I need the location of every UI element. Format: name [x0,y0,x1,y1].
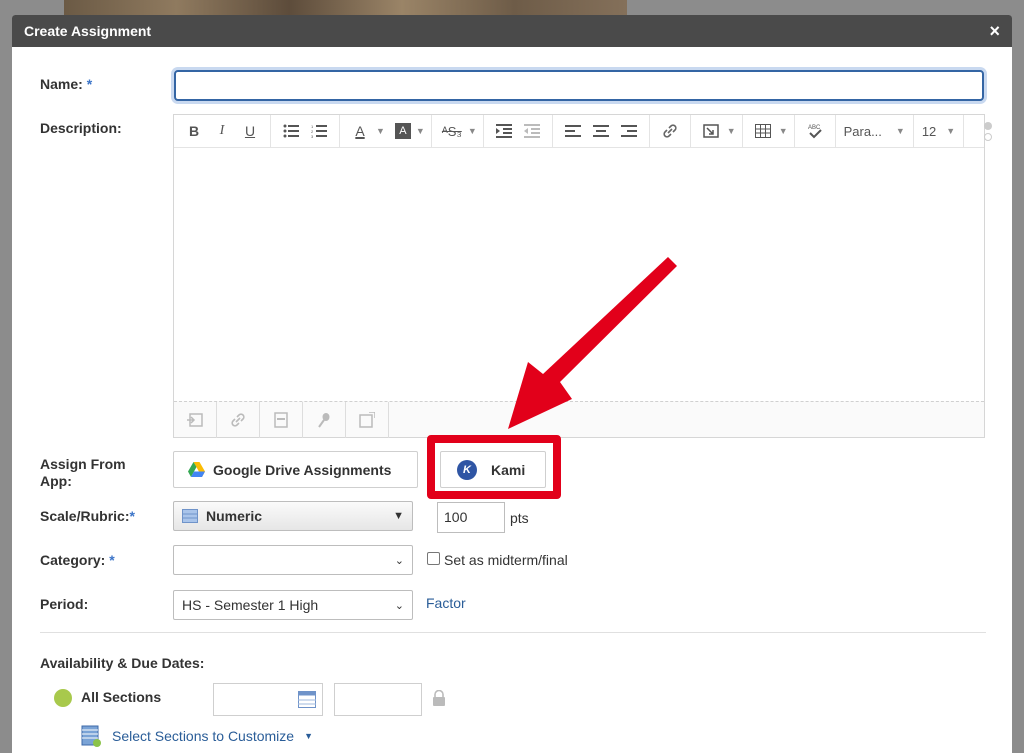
background-photo [64,0,627,16]
start-date-input[interactable] [213,683,323,716]
editor-footer [174,401,984,438]
factor-link[interactable]: Factor [426,595,466,611]
align-right-icon[interactable] [618,120,640,142]
period-select[interactable]: HS - Semester 1 High ⌄ [173,590,413,620]
chevron-down-icon[interactable]: ▼ [779,126,788,136]
align-left-icon[interactable] [562,120,584,142]
all-sections-label: All Sections [81,689,162,705]
embed-icon[interactable] [700,120,722,142]
scale-rubric-select[interactable]: Numeric ▼ [173,501,413,531]
align-center-icon[interactable] [590,120,612,142]
table-group: ▼ [743,115,795,147]
numbered-list-icon[interactable]: 123 [308,120,330,142]
category-select[interactable]: ⌄ [173,545,413,575]
underline-button[interactable]: U [239,120,261,142]
description-label: Description: [40,120,122,136]
availability-label: Availability & Due Dates: [40,655,205,671]
editor-text-area[interactable] [174,148,984,401]
close-icon[interactable]: × [989,22,1000,40]
format-group: B I U [174,115,271,147]
caret-down-icon: ▼ [304,731,314,741]
paragraph-format-dropdown[interactable]: Para... ▼ [836,115,914,147]
name-label: Name: * [40,76,93,92]
select-sections-link[interactable]: Select Sections to Customize [112,728,294,744]
table-icon[interactable] [752,120,774,142]
status-dot-icon [54,689,72,707]
outdent-icon[interactable] [521,120,543,142]
strike-group: ᴬS₃ ▼ [432,115,484,147]
font-color-button[interactable]: A [349,120,371,142]
spellcheck-group: ABC [795,115,836,147]
embed-group: ▼ [691,115,743,147]
record-audio-icon[interactable] [303,401,346,438]
kami-highlight-box [427,435,561,499]
chevron-down-icon: ▼ [946,126,956,136]
indent-group [484,115,553,147]
bold-button[interactable]: B [183,120,205,142]
insert-content-icon[interactable] [174,401,217,438]
editor-toolbar: B I U 123 A ▼ A ▼ ᴬS₃ ▼ ▼ ▼ ABC Para... … [174,115,993,148]
link-icon[interactable] [659,120,681,142]
color-group: A ▼ A ▼ [340,115,432,147]
indent-icon[interactable] [493,120,515,142]
calendar-icon[interactable] [298,691,316,708]
create-assignment-dialog: Create Assignment × Name: * Description:… [12,15,1012,753]
svg-text:3: 3 [311,134,314,138]
chevron-down-icon: ▼ [895,126,905,136]
google-drive-assignments-button[interactable]: Google Drive Assignments [173,451,418,488]
lock-icon [433,690,445,706]
midterm-label: Set as midterm/final [444,552,568,568]
more-options-icon[interactable] [984,121,993,141]
midterm-checkbox[interactable] [427,552,440,565]
assign-from-app-label: Assign From App: [40,456,126,489]
chevron-down-icon: ⌄ [394,599,404,612]
points-unit: pts [510,510,529,526]
list-group: 123 [271,115,340,147]
dialog-header: Create Assignment × [12,15,1012,47]
chevron-down-icon[interactable]: ▼ [416,126,425,136]
align-group [553,115,650,147]
insert-file-icon[interactable] [260,401,303,438]
name-input[interactable] [174,70,984,101]
category-label: Category: * [40,552,115,568]
svg-text:ABC: ABC [808,125,821,131]
google-drive-icon [188,462,205,477]
period-label: Period: [40,596,89,612]
points-input[interactable]: 100 [437,502,505,533]
start-time-input[interactable] [334,683,422,716]
italic-button[interactable]: I [211,120,233,142]
chevron-down-icon[interactable]: ▼ [468,126,477,136]
description-editor: B I U 123 A ▼ A ▼ ᴬS₃ ▼ ▼ ▼ ABC Para... … [173,114,993,438]
insert-media-icon[interactable] [346,401,389,438]
chevron-down-icon[interactable]: ▼ [376,126,385,136]
notebook-icon [81,725,101,747]
bullet-list-icon[interactable] [280,120,302,142]
background-color-button[interactable]: A [394,123,411,139]
dialog-title: Create Assignment [24,23,152,39]
section-divider [40,632,986,633]
spellcheck-icon[interactable]: ABC [804,120,826,142]
select-sections-row[interactable]: Select Sections to Customize ▼ [80,725,313,747]
scale-rubric-label: Scale/Rubric:* [40,508,135,524]
strikethrough-icon[interactable]: ᴬS₃ [441,120,463,142]
grid-scale-icon [182,509,198,523]
caret-down-icon: ▼ [393,510,404,522]
required-mark: * [86,76,93,92]
font-size-dropdown[interactable]: 12 ▼ [914,115,965,147]
chevron-down-icon: ⌄ [394,554,404,567]
link-group [650,115,691,147]
chevron-down-icon[interactable]: ▼ [727,126,736,136]
insert-link-icon[interactable] [217,401,260,438]
